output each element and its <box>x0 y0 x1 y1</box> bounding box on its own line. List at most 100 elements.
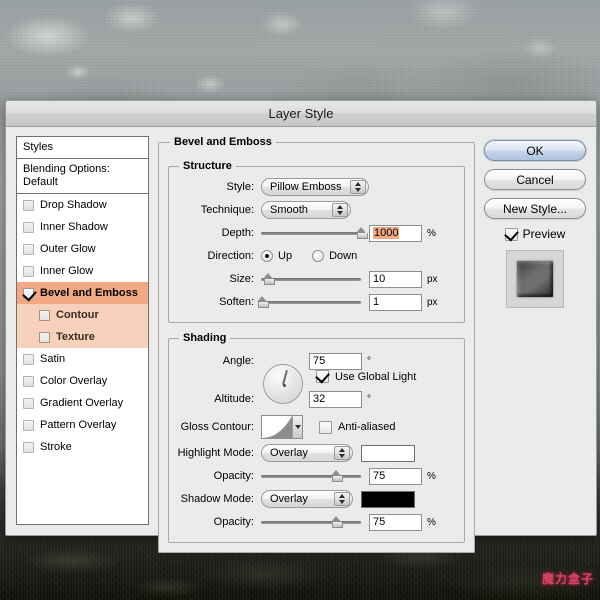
cancel-button[interactable]: Cancel <box>484 169 586 190</box>
size-slider-track <box>261 278 361 281</box>
altitude-input[interactable]: 32 <box>309 390 362 408</box>
direction-down-radio[interactable] <box>312 250 325 262</box>
altitude-unit: ° <box>367 393 371 405</box>
size-slider[interactable] <box>261 271 361 287</box>
style-select[interactable]: Pillow Emboss <box>261 178 369 196</box>
size-slider-thumb[interactable] <box>263 273 275 285</box>
chevron-updown-icon[interactable] <box>350 180 366 194</box>
shadow-mode-select[interactable]: Overlay <box>261 490 353 508</box>
shadow-opacity-track <box>261 521 361 524</box>
styles-effect-list[interactable]: Drop Shadow Inner Shadow Outer Glow Inner G… <box>16 194 149 525</box>
soften-slider[interactable] <box>257 294 361 310</box>
chevron-updown-icon[interactable] <box>332 203 348 217</box>
shadow-opacity-thumb[interactable] <box>331 516 343 528</box>
angle-input[interactable]: 75 <box>309 352 362 370</box>
highlight-opacity-slider[interactable] <box>261 468 361 484</box>
altitude-row: Altitude: 32 ° <box>177 388 456 410</box>
style-item-checkbox[interactable] <box>23 441 34 453</box>
shadow-opacity-unit: % <box>427 516 436 528</box>
style-item-checkbox[interactable] <box>39 331 50 343</box>
soften-value: 1 <box>373 296 380 308</box>
style-item-checkbox[interactable] <box>23 419 34 431</box>
depth-slider[interactable] <box>261 225 368 241</box>
style-item-gradient-overlay[interactable]: Gradient Overlay <box>17 392 148 414</box>
depth-value: 1000 <box>373 227 400 239</box>
preview-toggle-row[interactable]: Preview <box>484 227 586 241</box>
style-item-inner-shadow[interactable]: Inner Shadow <box>17 216 148 238</box>
blending-options-row[interactable]: Blending Options: Default <box>16 159 149 194</box>
technique-select[interactable]: Smooth <box>261 201 351 219</box>
style-item-drop-shadow[interactable]: Drop Shadow <box>17 194 148 216</box>
preview-thumbnail-shape <box>517 261 553 297</box>
gloss-contour-label: Gloss Contour: <box>180 421 254 433</box>
direction-row: Direction: Up Down <box>177 245 456 267</box>
chevron-updown-icon[interactable] <box>334 446 350 460</box>
soften-input[interactable]: 1 <box>369 293 422 311</box>
new-style-button[interactable]: New Style... <box>484 198 586 219</box>
angle-unit: ° <box>367 355 371 367</box>
size-label: Size: <box>229 273 254 285</box>
size-row: Size: 10 px <box>177 268 456 290</box>
technique-label: Technique: <box>200 204 254 216</box>
shadow-opacity-label: Opacity: <box>213 516 254 528</box>
highlight-opacity-thumb[interactable] <box>331 470 343 482</box>
depth-input[interactable]: 1000 <box>369 224 422 242</box>
gloss-contour-row: Gloss Contour: Anti-aliased <box>177 413 456 441</box>
style-item-checkbox[interactable] <box>23 221 34 233</box>
highlight-opacity-input[interactable]: 75 <box>369 467 422 485</box>
direction-up-label: Up <box>278 250 293 262</box>
styles-panel: Styles Blending Options: Default Drop Sh… <box>16 136 149 525</box>
ok-button[interactable]: OK <box>484 140 586 161</box>
soften-label: Soften: <box>219 296 254 308</box>
style-item-checkbox[interactable] <box>23 287 34 299</box>
style-item-bevel-and-emboss[interactable]: Bevel and Emboss <box>17 282 148 304</box>
styles-header[interactable]: Styles <box>16 136 149 159</box>
angle-dial-center <box>282 383 286 387</box>
highlight-color-swatch[interactable] <box>361 444 415 462</box>
style-item-contour[interactable]: Contour <box>17 304 148 326</box>
shadow-opacity-input[interactable]: 75 <box>369 513 422 531</box>
direction-up-radio[interactable] <box>261 250 273 262</box>
highlight-mode-row: Highlight Mode: Overlay <box>177 442 456 464</box>
size-input[interactable]: 10 <box>369 270 422 288</box>
style-item-satin[interactable]: Satin <box>17 348 148 370</box>
style-item-stroke[interactable]: Stroke <box>17 436 148 458</box>
highlight-mode-select[interactable]: Overlay <box>261 444 353 462</box>
style-item-checkbox[interactable] <box>23 397 34 409</box>
gloss-contour-dropdown-arrow-icon[interactable] <box>292 416 302 438</box>
preview-checkbox[interactable] <box>504 227 518 241</box>
style-item-label: Bevel and Emboss <box>40 287 138 299</box>
angle-dial-needle <box>282 370 288 385</box>
dialog-titlebar[interactable]: Layer Style <box>6 101 596 127</box>
style-item-checkbox[interactable] <box>23 353 34 365</box>
bevel-legend: Bevel and Emboss <box>174 136 272 148</box>
angle-value: 75 <box>313 355 326 367</box>
style-item-color-overlay[interactable]: Color Overlay <box>17 370 148 392</box>
shadow-color-swatch[interactable] <box>361 490 415 508</box>
use-global-light-row[interactable]: Use Global Light <box>316 370 416 383</box>
layer-style-dialog: Layer Style Styles Blending Options: Def… <box>5 100 597 553</box>
preview-thumbnail <box>506 250 564 308</box>
anti-aliased-checkbox[interactable] <box>319 420 332 434</box>
gloss-contour-preview[interactable] <box>261 415 303 439</box>
depth-slider-thumb[interactable] <box>356 227 368 239</box>
style-item-checkbox[interactable] <box>39 309 50 321</box>
bevel-fieldset: Bevel and Emboss Structure Style: Pillow… <box>158 136 475 553</box>
style-item-checkbox[interactable] <box>23 199 34 211</box>
style-item-label: Outer Glow <box>40 243 96 255</box>
style-item-checkbox[interactable] <box>23 243 34 255</box>
style-item-label: Satin <box>40 353 66 365</box>
style-item-texture[interactable]: Texture <box>17 326 148 348</box>
style-item-inner-glow[interactable]: Inner Glow <box>17 260 148 282</box>
style-item-label: Inner Glow <box>40 265 94 277</box>
chevron-updown-icon[interactable] <box>334 492 350 506</box>
soften-slider-thumb[interactable] <box>257 296 269 308</box>
anti-aliased-row[interactable]: Anti-aliased <box>319 420 395 434</box>
style-item-checkbox[interactable] <box>23 375 34 387</box>
style-item-checkbox[interactable] <box>23 265 34 277</box>
style-item-pattern-overlay[interactable]: Pattern Overlay <box>17 414 148 436</box>
shadow-opacity-slider[interactable] <box>261 514 361 530</box>
highlight-mode-value: Overlay <box>270 447 308 459</box>
style-item-outer-glow[interactable]: Outer Glow <box>17 238 148 260</box>
use-global-light-checkbox[interactable] <box>316 370 329 383</box>
